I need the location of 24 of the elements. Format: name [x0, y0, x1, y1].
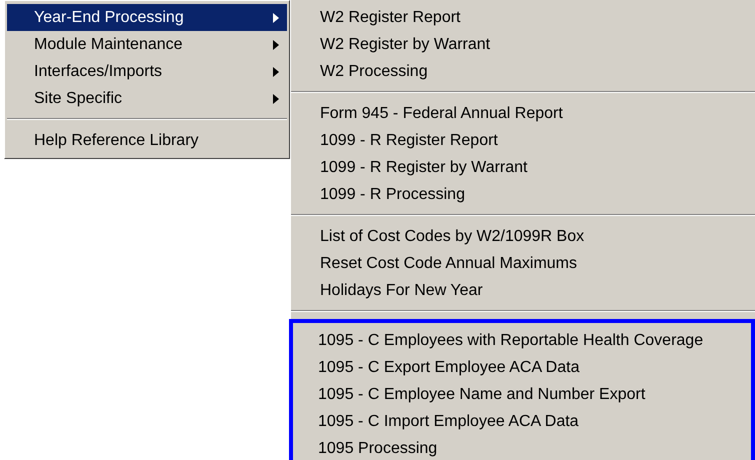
submenu-arrow-icon: [273, 66, 279, 76]
submenu-arrow-icon: [273, 40, 279, 50]
submenu-item[interactable]: 1095 - C Export Employee ACA Data: [318, 354, 751, 381]
submenu-item[interactable]: 1095 - C Employees with Reportable Health Coverage: [318, 327, 751, 354]
submenu-item[interactable]: W2 Processing: [320, 58, 755, 85]
submenu-item[interactable]: W2 Register by Warrant: [320, 31, 755, 58]
submenu-arrow-icon: [273, 94, 279, 104]
submenu-item[interactable]: 1095 - C Import Employee ACA Data: [318, 408, 751, 435]
menu-item[interactable]: Module Maintenance: [7, 31, 287, 58]
submenu-arrow-icon: [273, 12, 279, 22]
submenu-item[interactable]: 1099 - R Register by Warrant: [320, 154, 755, 181]
submenu-item[interactable]: 1095 - C Employee Name and Number Export: [318, 381, 751, 408]
menu-item[interactable]: Year-End Processing: [7, 4, 287, 31]
menu-item[interactable]: Site Specific: [7, 85, 287, 112]
submenu-item[interactable]: 1099 - R Processing: [320, 181, 755, 208]
submenu-item[interactable]: Reset Cost Code Annual Maximums: [320, 250, 755, 277]
submenu-item[interactable]: List of Cost Codes by W2/1099R Box: [320, 223, 755, 250]
submenu-item[interactable]: 1099 - R Register Report: [320, 127, 755, 154]
menu-item[interactable]: Help Reference Library: [7, 127, 287, 154]
submenu-item[interactable]: Holidays For New Year: [320, 277, 755, 304]
submenu-item[interactable]: 1095 Processing: [318, 435, 751, 460]
submenu-item[interactable]: Form 945 - Federal Annual Report: [320, 100, 755, 127]
submenu-item[interactable]: W2 Register Report: [320, 4, 755, 31]
menu-item[interactable]: Interfaces/Imports: [7, 58, 287, 85]
